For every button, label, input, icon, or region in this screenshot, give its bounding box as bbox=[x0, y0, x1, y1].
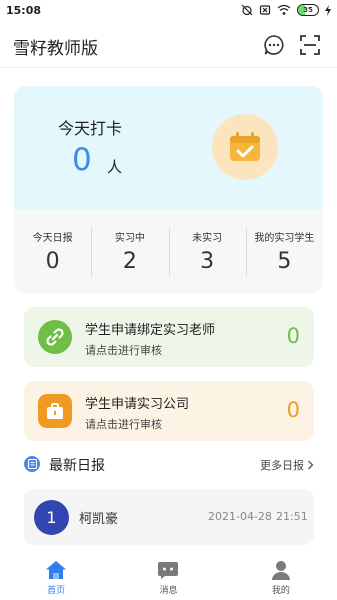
more-reports-link[interactable]: 更多日报 bbox=[260, 457, 314, 473]
status-bar: 15:08 35 bbox=[0, 0, 337, 22]
stat-label: 未实习 bbox=[192, 233, 223, 244]
nav-home[interactable]: 首页 bbox=[0, 551, 112, 600]
checkin-summary-card[interactable]: 今天打卡 0 人 今天日报 0 实习中 2 未实习 3 我的实习学生 5 bbox=[14, 86, 323, 293]
status-time: 15:08 bbox=[6, 4, 42, 17]
report-time: 21:51 bbox=[276, 510, 308, 523]
checkin-unit: 人 bbox=[107, 158, 123, 176]
scan-icon bbox=[300, 35, 320, 55]
stat-label: 我的实习学生 bbox=[254, 233, 315, 244]
avatar: 1 bbox=[34, 500, 69, 535]
stat-value: 5 bbox=[277, 249, 292, 274]
user-icon bbox=[269, 559, 293, 581]
request-title: 学生申请实习公司 bbox=[85, 397, 190, 412]
company-request-card[interactable]: 学生申请实习公司 请点击进行审核 0 bbox=[24, 381, 314, 441]
stat-my-students[interactable]: 我的实习学生 5 bbox=[245, 210, 323, 293]
stats-row: 今天日报 0 实习中 2 未实习 3 我的实习学生 5 bbox=[14, 210, 323, 293]
report-list-item[interactable]: 1 柯凯豪 2021-04-28 21:51 bbox=[24, 489, 314, 545]
link-badge bbox=[38, 320, 72, 354]
student-name: 柯凯豪 bbox=[79, 512, 119, 527]
battery-level: 35 bbox=[303, 6, 313, 14]
app-title: 雪籽教师版 bbox=[13, 39, 98, 59]
request-title: 学生申请绑定实习老师 bbox=[85, 323, 216, 338]
stat-value: 0 bbox=[45, 249, 60, 274]
report-date: 2021-04-28 bbox=[208, 510, 272, 523]
bottom-nav: 首页 消息 我的 bbox=[0, 551, 337, 600]
calendar-check-icon bbox=[230, 132, 260, 161]
calendar-badge bbox=[212, 114, 278, 180]
request-count: 0 bbox=[286, 398, 300, 422]
latest-reports-header: 最新日报 更多日报 bbox=[24, 454, 314, 476]
battery-icon: 35 bbox=[297, 4, 319, 16]
bind-teacher-request-card[interactable]: 学生申请绑定实习老师 请点击进行审核 0 bbox=[24, 307, 314, 367]
sim-off-icon bbox=[259, 5, 271, 15]
stat-label: 今天日报 bbox=[32, 233, 73, 244]
briefcase-icon bbox=[47, 403, 63, 419]
app-header: 雪籽教师版 bbox=[0, 22, 337, 68]
stat-interning[interactable]: 实习中 2 bbox=[91, 210, 168, 293]
checkin-count: 0 bbox=[72, 142, 92, 178]
briefcase-badge bbox=[38, 394, 72, 428]
checkin-panel: 今天打卡 0 人 bbox=[14, 86, 323, 210]
message-button[interactable] bbox=[262, 33, 286, 57]
section-title: 最新日报 bbox=[49, 458, 105, 474]
chat-icon bbox=[156, 559, 180, 581]
stat-not-interning[interactable]: 未实习 3 bbox=[168, 210, 246, 293]
scan-button[interactable] bbox=[298, 33, 322, 57]
nav-messages[interactable]: 消息 bbox=[112, 551, 224, 600]
stat-label: 实习中 bbox=[114, 233, 145, 244]
stat-today-reports[interactable]: 今天日报 0 bbox=[14, 210, 91, 293]
message-icon bbox=[264, 35, 284, 55]
wifi-icon bbox=[277, 4, 291, 15]
nav-label: 消息 bbox=[159, 586, 178, 596]
stat-value: 2 bbox=[122, 249, 137, 274]
checkin-label: 今天打卡 bbox=[58, 119, 123, 138]
status-icons: 35 bbox=[241, 4, 331, 16]
stat-value: 3 bbox=[200, 249, 215, 274]
alarm-off-icon bbox=[241, 4, 253, 16]
nav-label: 我的 bbox=[271, 586, 290, 596]
request-subtitle: 请点击进行审核 bbox=[85, 418, 162, 431]
charging-icon bbox=[325, 4, 331, 16]
chevron-right-icon bbox=[308, 460, 314, 470]
nav-label: 首页 bbox=[47, 586, 66, 596]
link-icon bbox=[46, 328, 64, 346]
home-icon bbox=[44, 559, 68, 581]
request-count: 0 bbox=[286, 324, 300, 348]
request-subtitle: 请点击进行审核 bbox=[85, 344, 162, 357]
nav-profile[interactable]: 我的 bbox=[225, 551, 337, 600]
report-icon bbox=[24, 456, 40, 472]
more-reports-label: 更多日报 bbox=[260, 459, 304, 472]
